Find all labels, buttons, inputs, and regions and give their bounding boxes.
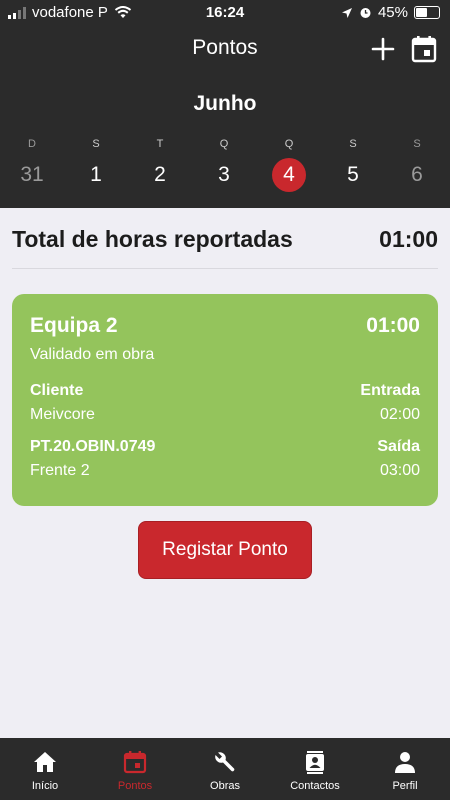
nav-tab-inicio[interactable]: Início (0, 750, 90, 792)
divider (12, 268, 438, 269)
nav-tab-obras[interactable]: Obras (180, 750, 270, 792)
nav-label: Contactos (290, 780, 340, 792)
nav-tab-contactos[interactable]: Contactos (270, 750, 360, 792)
nav-label: Obras (210, 780, 240, 792)
calendar-icon (123, 751, 147, 774)
day-number: 5 (347, 163, 359, 186)
day-number: 1 (90, 163, 102, 186)
day-4-selected[interactable]: Q 4 (265, 138, 313, 192)
project-front: Frente 2 (30, 462, 90, 479)
top-header: vodafone P 16:24 45% Pontos Junho D 31 S… (0, 0, 450, 208)
day-number: 3 (218, 163, 230, 186)
day-31[interactable]: D 31 (8, 138, 56, 192)
nav-tab-perfil[interactable]: Perfil (360, 750, 450, 792)
month-label: Junho (193, 92, 257, 115)
week-strip: D 31 S 1 T 2 Q 3 Q 4 S 5 S 6 (0, 138, 450, 198)
day-5[interactable]: S 5 (329, 138, 377, 192)
plus-icon[interactable] (368, 34, 398, 64)
register-point-button[interactable]: Registar Ponto (138, 521, 312, 579)
team-name: Equipa 2 (30, 314, 118, 337)
person-icon (395, 752, 415, 773)
weekday-label: T (156, 138, 164, 150)
weekday-label: Q (219, 138, 229, 150)
status-bar: vodafone P 16:24 45% (0, 0, 450, 26)
exit-value: 03:00 (379, 462, 420, 479)
weekday-label: Q (284, 138, 294, 150)
wrench-icon (215, 752, 235, 772)
weekday-label: S (349, 138, 357, 150)
time-entry-card[interactable]: Equipa 2 01:00 Validado em obra Cliente … (12, 294, 438, 506)
day-number: 2 (154, 163, 166, 186)
battery-icon (414, 6, 440, 19)
weekday-label: S (92, 138, 100, 150)
calendar-icon[interactable] (410, 34, 438, 64)
client-label: Cliente (30, 382, 84, 399)
total-hours-value: 01:00 (379, 225, 438, 252)
day-number: 6 (411, 163, 423, 186)
nav-tab-pontos[interactable]: Pontos (90, 750, 180, 792)
contacts-icon (306, 751, 324, 774)
bottom-nav: Início Pontos Obras Contactos Perfil (0, 738, 450, 800)
entry-hours: 01:00 (366, 314, 420, 337)
day-3[interactable]: Q 3 (200, 138, 248, 192)
day-1[interactable]: S 1 (72, 138, 120, 192)
nav-label: Perfil (392, 780, 418, 792)
total-hours-label: Total de horas reportadas (12, 225, 293, 252)
entry-value: 02:00 (379, 406, 420, 423)
entry-label: Entrada (360, 382, 420, 399)
exit-label: Saída (377, 438, 420, 455)
location-icon (341, 7, 352, 18)
alarm-icon (360, 8, 371, 18)
validation-status: Validado em obra (30, 346, 155, 363)
day-2[interactable]: T 2 (136, 138, 184, 192)
weekday-label: S (413, 138, 421, 150)
weekday-label: D (28, 138, 36, 150)
total-hours-row: Total de horas reportadas 01:00 (12, 222, 438, 256)
project-code: PT.20.OBIN.0749 (30, 438, 156, 455)
nav-label: Início (31, 780, 59, 792)
home-icon (34, 752, 56, 772)
nav-label: Pontos (117, 780, 153, 792)
day-6[interactable]: S 6 (393, 138, 441, 192)
day-number: 31 (20, 163, 44, 186)
battery-percent: 45% (377, 4, 408, 21)
day-number: 4 (272, 158, 306, 192)
client-value: Meivcore (30, 406, 95, 423)
